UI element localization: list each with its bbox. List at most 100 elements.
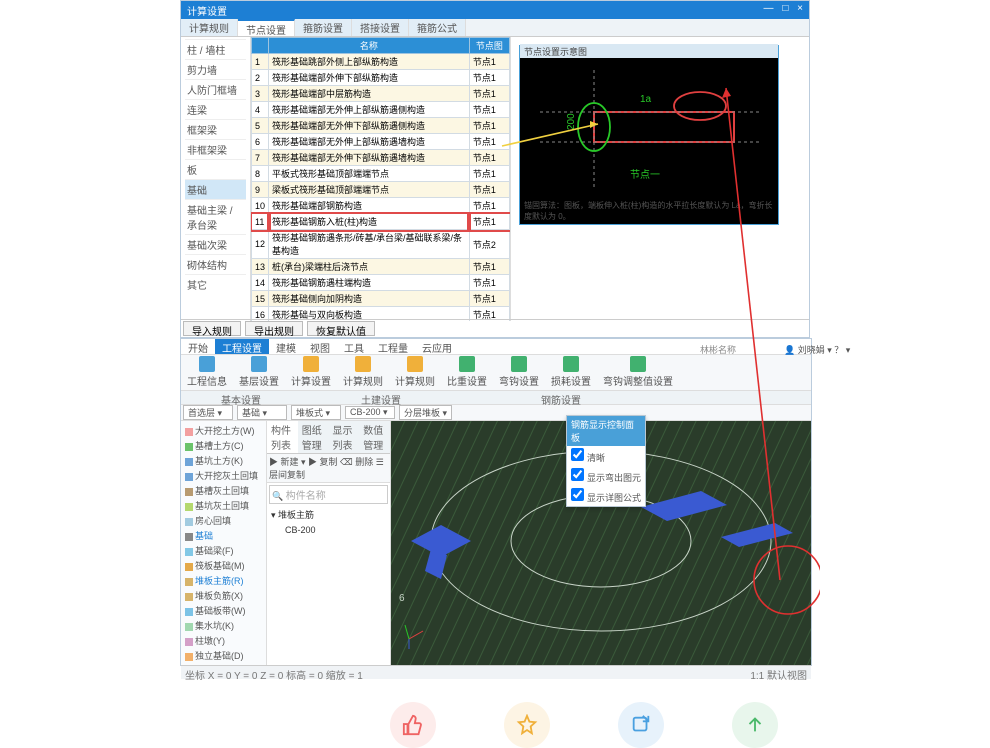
grid-cell[interactable]: 节点1 [469,214,509,230]
tree-tab[interactable]: 构件列表 [267,421,298,453]
category-item[interactable]: 非框架梁 [185,139,246,159]
ribbon-search-label[interactable]: 林彬名称 [700,343,736,356]
category-item[interactable]: 框架梁 [185,119,246,139]
nav-item[interactable]: 堆板负筋(X) [183,588,264,603]
grid-cell[interactable]: 筏形基础侧向加阴构造 [269,291,470,307]
grid-cell[interactable]: 13 [252,259,269,275]
grid-cell[interactable]: 筏形基础端部中层筋构造 [269,86,470,102]
category-item[interactable]: 砌体结构 [185,254,246,274]
grid-cell[interactable]: 12 [252,230,269,259]
grid-cell[interactable]: 15 [252,291,269,307]
grid-cell[interactable]: 节点1 [469,150,509,166]
grid-cell[interactable]: 筏形基础端部无外伸上部纵筋遇墙构造 [269,134,470,150]
selector-dropdown[interactable]: 首选层 ▾ [183,405,233,420]
grid-cell[interactable]: 桩(承台)梁端柱后浇节点 [269,259,470,275]
nav-item[interactable]: 堆板主筋(R) [183,573,264,588]
ribbon-button[interactable]: 计算设置 [285,355,337,390]
grid-cell[interactable]: 节点1 [469,86,509,102]
grid-cell[interactable]: 11 [252,214,269,230]
window-close[interactable]: × [797,3,803,14]
ribbon-button[interactable]: 计算规则 [389,355,441,390]
fab-share[interactable] [618,702,664,748]
selector-dropdown[interactable]: CB-200 ▾ [345,406,395,419]
category-item[interactable]: 其它 [185,274,246,294]
selector-dropdown[interactable]: 分层堆板 ▾ [399,405,452,420]
category-item[interactable]: 剪力墙 [185,59,246,79]
grid-cell[interactable]: 14 [252,275,269,291]
window-max[interactable]: □ [782,3,788,14]
tree-tab[interactable]: 图纸管理 [298,421,329,453]
nav-item[interactable]: 基槽灰土回填 [183,483,264,498]
grid-cell[interactable]: 10 [252,198,269,214]
grid-cell[interactable]: 节点1 [469,259,509,275]
ribbon-tab[interactable]: 工程量 [371,339,415,354]
grid-cell[interactable]: 节点1 [469,70,509,86]
selector-dropdown[interactable]: 基础 ▾ [237,405,287,420]
settings-tab[interactable]: 箍筋公式 [409,19,466,36]
nav-item[interactable]: 基础 [183,528,264,543]
grid-cell[interactable]: 筏形基础钢筋入桩(柱)构造 [269,214,470,230]
grid-cell[interactable]: 梁板式筏形基础顶部端端节点 [269,182,470,198]
grid-cell[interactable]: 节点2 [469,230,509,259]
fab-star[interactable] [504,702,550,748]
category-item[interactable]: 基础主梁 / 承台梁 [185,199,246,234]
grid-cell[interactable]: 6 [252,134,269,150]
ribbon-button[interactable]: 基层设置 [233,355,285,390]
ribbon-tab[interactable]: 云应用 [415,339,459,354]
grid-cell[interactable]: 筏形基础钢筋遇柱端构造 [269,275,470,291]
bottom-button[interactable]: 导出规则 [245,321,303,336]
grid-cell[interactable]: 筏形基础钢筋遇条形/砖基/承台梁/基础联系梁/条基构造 [269,230,470,259]
category-item[interactable]: 基础次梁 [185,234,246,254]
popup-checkbox[interactable]: 显示详图公式 [567,486,645,506]
grid-cell[interactable]: 平板式筏形基础顶部端端节点 [269,166,470,182]
grid-cell[interactable]: 节点1 [469,166,509,182]
settings-tab[interactable]: 搭接设置 [352,19,409,36]
grid-cell[interactable]: 8 [252,166,269,182]
ribbon-tab[interactable]: 建模 [269,339,303,354]
tree-tab[interactable]: 数值管理 [359,421,390,453]
user-info[interactable]: 👤 刘晓娟 ▾ ？ ▾ [784,343,850,356]
selector-dropdown[interactable]: 堆板式 ▾ [291,405,341,420]
tree-root[interactable]: ▾ 堆板主筋 [267,506,390,523]
tree-child[interactable]: CB-200 [267,523,390,537]
nav-item[interactable]: 基础板带(W) [183,603,264,618]
bottom-button[interactable]: 导入规则 [183,321,241,336]
settings-tab[interactable]: 节点设置 [238,19,295,36]
category-item[interactable]: 柱 / 墙柱 [185,39,246,59]
ribbon-button[interactable]: 弯钩设置 [493,355,545,390]
nav-item[interactable]: 房心回填 [183,513,264,528]
grid-cell[interactable]: 节点1 [469,198,509,214]
popup-checkbox[interactable]: 清晰 [567,446,645,466]
fab-up[interactable] [732,702,778,748]
nav-item[interactable]: 基槽土方(C) [183,438,264,453]
grid-cell[interactable]: 节点1 [469,291,509,307]
ribbon-button[interactable]: 工程信息 [181,355,233,390]
nav-item[interactable]: 独立基础(D) [183,648,264,663]
grid-cell[interactable]: 筏形基础端部无外伸上部纵筋遇侧构造 [269,102,470,118]
category-item[interactable]: 板 [185,159,246,179]
window-min[interactable]: — [764,3,774,14]
nav-item[interactable]: 条形基础(T) [183,663,264,665]
nav-item[interactable]: 大开挖土方(W) [183,423,264,438]
tree-tab[interactable]: 显示列表 [329,421,360,453]
ribbon-tab[interactable]: 开始 [181,339,215,354]
grid-cell[interactable]: 9 [252,182,269,198]
grid-cell[interactable]: 1 [252,54,269,70]
grid-cell[interactable]: 节点1 [469,134,509,150]
nav-item[interactable]: 基坑灰土回填 [183,498,264,513]
nav-item[interactable]: 大开挖灰土回填 [183,468,264,483]
grid-cell[interactable]: 节点1 [469,102,509,118]
grid-cell[interactable]: 筏形基础跳部外侧上部纵筋构造 [269,54,470,70]
category-item[interactable]: 人防门框墙 [185,79,246,99]
component-search-input[interactable]: 构件名称 [286,491,326,502]
grid-cell[interactable]: 筏形基础端部外伸下部纵筋构造 [269,70,470,86]
ribbon-button[interactable]: 比重设置 [441,355,493,390]
grid-cell[interactable]: 4 [252,102,269,118]
settings-tab[interactable]: 箍筋设置 [295,19,352,36]
nav-item[interactable]: 筏板基础(M) [183,558,264,573]
ribbon-button[interactable]: 计算规则 [337,355,389,390]
ribbon-button[interactable]: 损耗设置 [545,355,597,390]
bottom-button[interactable]: 恢复默认值 [307,321,375,336]
nav-item[interactable]: 基坑土方(K) [183,453,264,468]
grid-cell[interactable]: 筏形基础端部无外伸下部纵筋遇侧构造 [269,118,470,134]
